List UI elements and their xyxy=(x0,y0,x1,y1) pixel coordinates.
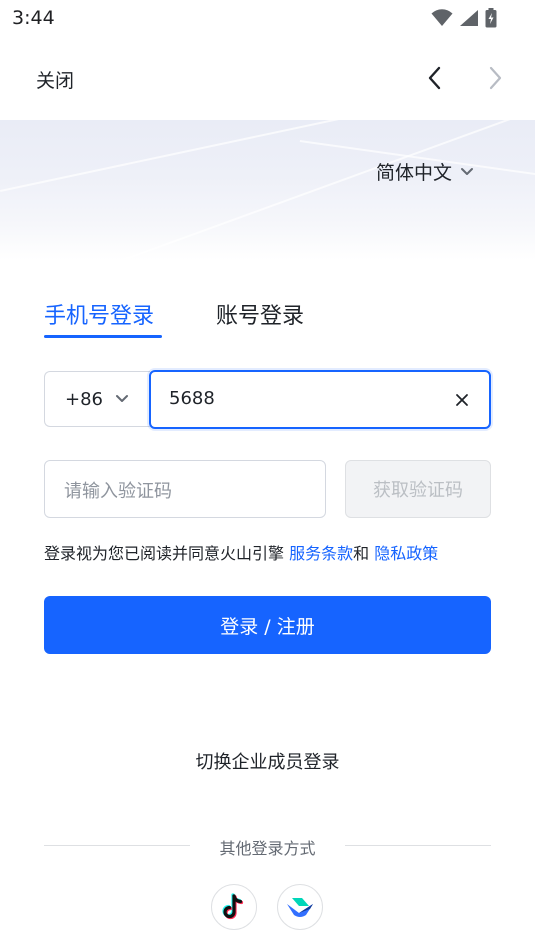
hero-banner xyxy=(0,120,535,260)
tiktok-login-button[interactable] xyxy=(211,884,257,930)
system-icons xyxy=(431,8,497,28)
agreement-conjunction: 和 xyxy=(353,544,375,563)
chevron-down-icon xyxy=(461,167,474,175)
switch-enterprise-login-link[interactable]: 切换企业成员登录 xyxy=(0,748,535,774)
verification-code-placeholder: 请输入验证码 xyxy=(64,481,172,502)
chevron-left-icon xyxy=(428,66,441,90)
language-selector[interactable]: 简体中文 xyxy=(376,158,474,185)
privacy-policy-link[interactable]: 隐私政策 xyxy=(374,544,438,563)
clear-input-button[interactable] xyxy=(452,390,472,410)
agreement-prefix: 登录视为您已阅读并同意火山引擎 xyxy=(44,544,290,563)
tab-account-login[interactable]: 账号登录 xyxy=(216,298,304,330)
battery-charging-icon xyxy=(485,8,497,28)
back-button[interactable] xyxy=(424,64,446,92)
chevron-right-icon xyxy=(489,66,502,90)
login-register-button[interactable]: 登录 / 注册 xyxy=(44,596,491,654)
wifi-icon xyxy=(431,9,453,26)
tiktok-icon xyxy=(222,893,244,920)
country-code-value: +86 xyxy=(65,388,103,410)
terms-of-service-link[interactable]: 服务条款 xyxy=(289,544,353,563)
chevron-down-icon xyxy=(116,395,128,402)
other-login-methods-label: 其他登录方式 xyxy=(219,839,316,858)
signal-icon xyxy=(460,10,478,26)
phone-number-value: 5688 xyxy=(169,388,215,409)
clear-icon xyxy=(456,394,468,406)
status-time: 3:44 xyxy=(12,7,55,29)
tab-phone-login[interactable]: 手机号登录 xyxy=(44,298,154,330)
get-code-button[interactable]: 获取验证码 xyxy=(345,460,491,518)
feishu-icon xyxy=(287,898,313,917)
divider-right xyxy=(345,845,491,846)
agreement-text: 登录视为您已阅读并同意火山引擎 服务条款和 隐私政策 xyxy=(44,540,438,564)
feishu-login-button[interactable] xyxy=(277,884,323,930)
close-button[interactable]: 关闭 xyxy=(36,66,74,93)
forward-button[interactable] xyxy=(484,64,506,92)
top-navigation-bar xyxy=(0,36,535,120)
country-code-selector[interactable]: +86 xyxy=(44,371,150,427)
language-label: 简体中文 xyxy=(376,162,453,184)
active-tab-indicator xyxy=(44,335,162,338)
